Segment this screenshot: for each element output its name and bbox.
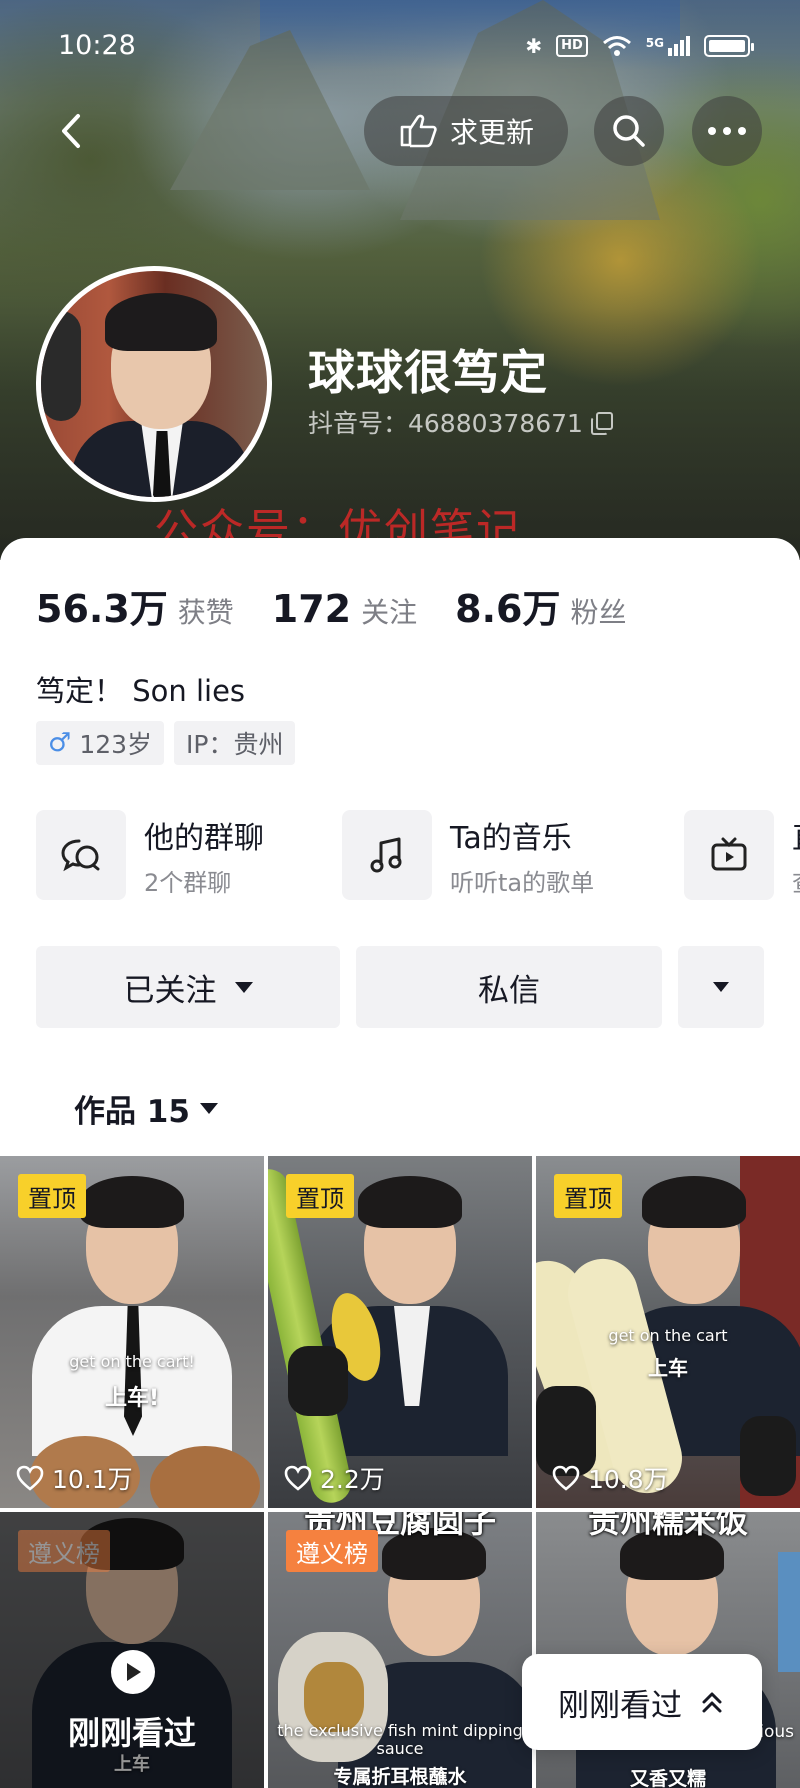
- message-button[interactable]: 私信: [356, 946, 662, 1028]
- male-icon: ♂: [48, 728, 72, 758]
- chevron-left-icon: [62, 114, 80, 148]
- video-likes: 10.8万: [552, 1460, 669, 1496]
- hd-badge: HD: [556, 35, 588, 57]
- heart-icon: [284, 1465, 312, 1491]
- search-button[interactable]: [594, 96, 664, 166]
- feature-subtitle: 2个群聊: [144, 868, 232, 897]
- stat-value: 172: [271, 587, 352, 631]
- ip-tag: IP：贵州: [174, 721, 296, 765]
- video-likes: 2.2万: [284, 1460, 385, 1496]
- ranking-badge: 遵义榜: [286, 1530, 378, 1572]
- chat-icon: [36, 810, 126, 900]
- stat-label: 粉丝: [570, 596, 627, 629]
- video-caption-en: get on the cart: [608, 1326, 728, 1345]
- stat-likes[interactable]: 56.3万 获赞: [36, 578, 234, 633]
- more-options-button[interactable]: [678, 946, 764, 1028]
- likes-count: 10.1万: [52, 1465, 133, 1494]
- feature-subtitle: 听听ta的歌单: [450, 868, 595, 897]
- stat-following[interactable]: 172 关注: [272, 587, 417, 631]
- video-caption-en: the exclusive fish mint dipping sauce: [277, 1721, 523, 1758]
- back-button[interactable]: [48, 106, 98, 156]
- feature-group-chat[interactable]: 他的群聊 2个群聊: [36, 810, 264, 900]
- message-label: 私信: [478, 972, 540, 1009]
- profile-nickname: 球球很笃定: [308, 346, 548, 401]
- likes-count: 2.2万: [320, 1465, 385, 1494]
- followed-label: 已关注: [123, 972, 217, 1009]
- video-caption-zh: 上车: [648, 1356, 688, 1380]
- music-icon: [342, 810, 432, 900]
- caret-down-icon: [234, 981, 253, 993]
- profile-bio: 笃定！ Son lies: [36, 674, 246, 708]
- video-tile[interactable]: get on the cart 上车 置顶 10.8万: [536, 1156, 800, 1508]
- heart-icon: [552, 1465, 580, 1491]
- request-update-label: 求更新: [449, 116, 534, 149]
- douyin-id[interactable]: 抖音号：46880378671: [308, 404, 613, 440]
- stat-followers[interactable]: 8.6万 粉丝: [455, 578, 626, 633]
- request-update-button[interactable]: 求更新: [364, 96, 568, 166]
- heart-icon: [16, 1465, 44, 1491]
- video-tile[interactable]: 置顶 2.2万: [268, 1156, 532, 1508]
- ranking-badge: 遵义榜: [18, 1530, 110, 1572]
- ip-text: IP：贵州: [186, 730, 284, 759]
- followed-button[interactable]: 已关注: [36, 946, 340, 1028]
- age-text: 123岁: [79, 730, 153, 759]
- video-caption-zh: 上车!: [104, 1386, 160, 1411]
- bluetooth-icon: ✱: [525, 34, 543, 58]
- battery-icon: [704, 35, 754, 57]
- works-tab-label: 作品 15: [74, 1094, 190, 1130]
- video-caption-zh: 又香又糯: [629, 1768, 706, 1788]
- stat-label: 关注: [361, 596, 418, 629]
- video-caption-zh: 专属折耳根蘸水: [333, 1766, 467, 1788]
- more-dots-icon: [708, 127, 746, 135]
- caret-down-icon: [199, 1103, 218, 1114]
- status-bar: 10:28 ✱ HD 5G: [0, 30, 800, 70]
- feature-title: 直: [792, 813, 800, 857]
- feature-title: Ta的音乐: [450, 820, 572, 856]
- more-button[interactable]: [692, 96, 762, 166]
- pinned-badge: 置顶: [554, 1174, 622, 1218]
- stats-row: 56.3万 获赞 172 关注 8.6万 粉丝: [36, 578, 664, 633]
- tv-icon: [684, 810, 774, 900]
- age-tag: ♂ 123岁: [36, 721, 165, 765]
- search-icon: [613, 115, 645, 147]
- video-caption-en: get on the cart!: [69, 1352, 195, 1371]
- likes-count: 10.8万: [588, 1465, 669, 1494]
- feature-music[interactable]: Ta的音乐 听听ta的歌单: [342, 810, 594, 900]
- feature-row: 他的群聊 2个群聊 Ta的音乐 听听ta的歌单 直 查: [36, 810, 800, 902]
- signal-icon: 5G: [646, 36, 690, 56]
- wifi-icon: [602, 36, 631, 56]
- recently-viewed-button[interactable]: 刚刚看过: [522, 1654, 762, 1750]
- recently-viewed-text: 刚刚看过: [558, 1687, 682, 1724]
- stat-value: 8.6万: [455, 587, 561, 631]
- pinned-badge: 置顶: [18, 1174, 86, 1218]
- double-chevron-up-icon: [702, 1692, 722, 1713]
- feature-live[interactable]: 直 查: [684, 810, 800, 900]
- action-buttons: 已关注 私信: [36, 946, 764, 1028]
- douyin-id-text: 抖音号：46880378671: [308, 409, 583, 438]
- stat-value: 56.3万: [36, 587, 168, 631]
- video-title: 贵州糯米饭: [587, 1512, 748, 1540]
- video-tile[interactable]: get on the cart! 上车! 置顶 10.1万: [0, 1156, 264, 1508]
- profile-tags: ♂ 123岁 IP：贵州: [36, 721, 296, 765]
- video-likes: 10.1万: [16, 1460, 133, 1496]
- copy-icon[interactable]: [590, 412, 613, 435]
- status-time: 10:28: [58, 30, 136, 61]
- pointing-hand-icon: [400, 114, 437, 148]
- video-tile[interactable]: 贵州豆腐圆子 the exclusive fish mint dipping s…: [268, 1512, 532, 1788]
- recently-viewed-label: 刚刚看过: [67, 1714, 196, 1752]
- avatar[interactable]: [36, 266, 272, 502]
- caret-down-icon: [713, 982, 729, 992]
- pinned-badge: 置顶: [286, 1174, 354, 1218]
- stat-label: 获赞: [177, 596, 234, 629]
- feature-subtitle: 查: [792, 863, 800, 898]
- video-tile[interactable]: 上车 遵义榜 刚刚看过: [0, 1512, 264, 1788]
- tab-works[interactable]: 作品 15: [74, 1086, 218, 1131]
- top-nav: 求更新: [0, 96, 800, 168]
- play-icon: [111, 1650, 155, 1694]
- feature-title: 他的群聊: [144, 820, 264, 856]
